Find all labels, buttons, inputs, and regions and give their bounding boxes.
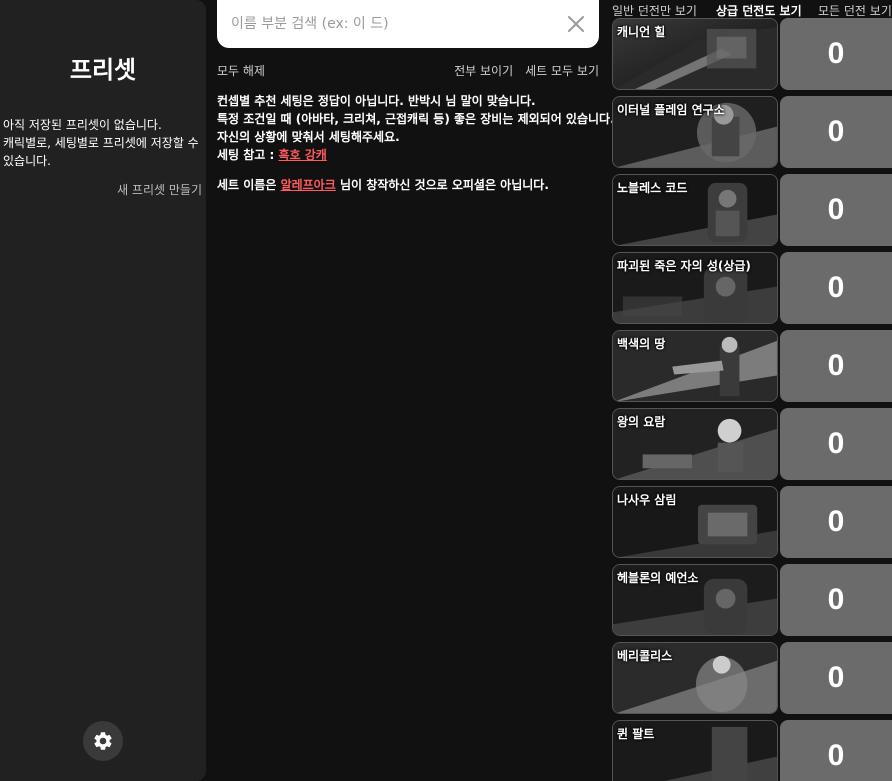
tab-upper-dungeons[interactable]: 상급 던전도 보기: [716, 2, 802, 19]
dungeon-thumbnail[interactable]: 백색의 땅: [612, 330, 778, 402]
dungeon-count: 0: [780, 174, 892, 246]
dungeon-thumbnail[interactable]: 퀸 팔트: [612, 720, 778, 781]
notice-reference: 세팅 참고 : 흑호 강캐: [217, 146, 607, 164]
set-credit-link[interactable]: 알레프아크: [281, 178, 336, 192]
empty-message-line: 아직 저장된 프리셋이 없습니다.: [3, 118, 162, 132]
dungeon-name: 퀸 팔트: [617, 727, 655, 741]
dungeon-count: 0: [780, 96, 892, 168]
reference-label: 세팅 참고 :: [217, 148, 279, 162]
gear-icon: [94, 732, 112, 750]
dungeon-count: 0: [780, 564, 892, 636]
dungeon-thumbnail[interactable]: 캐니언 힐: [612, 18, 778, 90]
set-credit: 세트 이름은 알레프아크 님이 창작하신 것으로 오피셜은 아닙니다.: [217, 176, 607, 194]
dungeon-row: 퀸 팔트 0: [612, 720, 892, 781]
search-input[interactable]: [231, 0, 561, 48]
preset-sidebar: 프리셋 아직 저장된 프리셋이 없습니다. 캐릭별로, 세팅별로 프리셋에 저장…: [0, 0, 206, 781]
new-preset-button[interactable]: 새 프리셋 만들기: [117, 181, 202, 198]
dungeon-name: 나사우 삼림: [617, 493, 677, 507]
tab-normal-dungeons[interactable]: 일반 던전만 보기: [612, 2, 697, 19]
dungeon-name: 파괴된 죽은 자의 성(상급): [617, 259, 751, 273]
deselect-all-button[interactable]: 모두 해제: [217, 62, 265, 79]
dungeon-row: 파괴된 죽은 자의 성(상급) 0: [612, 252, 892, 324]
search-box: [217, 0, 599, 48]
empty-message-line: 있습니다.: [3, 154, 51, 168]
dungeon-count: 0: [780, 252, 892, 324]
dungeon-row: 헤블론의 예언소 0: [612, 564, 892, 636]
dungeon-name: 헤블론의 예언소: [617, 571, 699, 585]
dungeon-name: 베리콜리스: [617, 649, 673, 663]
preset-title: 프리셋: [69, 56, 137, 84]
app-root: 프리셋 아직 저장된 프리셋이 없습니다. 캐릭별로, 세팅별로 프리셋에 저장…: [0, 0, 892, 781]
notice-text: 컨셉별 추천 세팅은 정답이 아닙니다. 반박시 님 말이 맞습니다. 특정 조…: [217, 92, 615, 194]
dungeon-count: 0: [780, 330, 892, 402]
dungeon-thumbnail[interactable]: 나사우 삼림: [612, 486, 778, 558]
empty-message-line: 캐릭별로, 세팅별로 프리셋에 저장할 수: [3, 136, 199, 150]
dungeon-name: 이터널 플레임 연구소: [617, 103, 725, 117]
dungeon-thumbnail[interactable]: 이터널 플레임 연구소: [612, 96, 778, 168]
dungeon-row: 왕의 요람 0: [612, 408, 892, 480]
dungeon-thumbnail[interactable]: 베리콜리스: [612, 642, 778, 714]
dungeon-row: 이터널 플레임 연구소 0: [612, 96, 892, 168]
dungeon-thumbnail[interactable]: 파괴된 죽은 자의 성(상급): [612, 252, 778, 324]
set-credit-prefix: 세트 이름은: [217, 178, 281, 192]
dungeon-name: 캐니언 힐: [617, 25, 666, 39]
notice-line: 특정 조건일 때 (아바타, 크리쳐, 근접캐릭 등) 좋은 장비는 제외되어 …: [217, 112, 615, 126]
toolbar-right: 전부 보이기 세트 모두 보기: [454, 62, 599, 79]
show-all-button[interactable]: 전부 보이기: [454, 62, 513, 79]
dungeon-thumbnail[interactable]: 노블레스 코드: [612, 174, 778, 246]
close-icon[interactable]: [567, 15, 585, 33]
dungeon-count: 0: [780, 720, 892, 781]
dungeon-name: 왕의 요람: [617, 415, 666, 429]
set-credit-suffix: 님이 창작하신 것으로 오피셜은 아닙니다.: [335, 178, 549, 192]
dungeon-row: 나사우 삼림 0: [612, 486, 892, 558]
dungeon-count: 0: [780, 642, 892, 714]
dungeon-count: 0: [780, 486, 892, 558]
empty-preset-message: 아직 저장된 프리셋이 없습니다. 캐릭별로, 세팅별로 프리셋에 저장할 수 …: [3, 116, 203, 170]
dungeon-row: 백색의 땅 0: [612, 330, 892, 402]
dungeon-row: 노블레스 코드 0: [612, 174, 892, 246]
settings-button[interactable]: [83, 721, 123, 761]
dungeon-row: 캐니언 힐 0: [612, 18, 892, 90]
reference-link[interactable]: 흑호 강캐: [279, 148, 327, 162]
tab-all-dungeons[interactable]: 모든 던전 보기: [818, 2, 892, 19]
notice-line: 컨셉별 추천 세팅은 정답이 아닙니다. 반박시 님 말이 맞습니다.: [217, 94, 536, 108]
dungeon-count: 0: [780, 18, 892, 90]
show-all-sets-button[interactable]: 세트 모두 보기: [525, 62, 599, 79]
dungeon-count: 0: [780, 408, 892, 480]
notice-line: 자신의 상황에 맞춰서 세팅해주세요.: [217, 130, 400, 144]
dungeon-thumbnail[interactable]: 헤블론의 예언소: [612, 564, 778, 636]
dungeon-name: 노블레스 코드: [617, 181, 688, 195]
dungeon-thumbnail[interactable]: 왕의 요람: [612, 408, 778, 480]
dungeon-list: 캐니언 힐 0 이터널 플레임 연구소 0 노블레스 코드 0 파괴된 죽은 자…: [612, 18, 892, 781]
dungeon-row: 베리콜리스 0: [612, 642, 892, 714]
dungeon-name: 백색의 땅: [617, 337, 666, 351]
